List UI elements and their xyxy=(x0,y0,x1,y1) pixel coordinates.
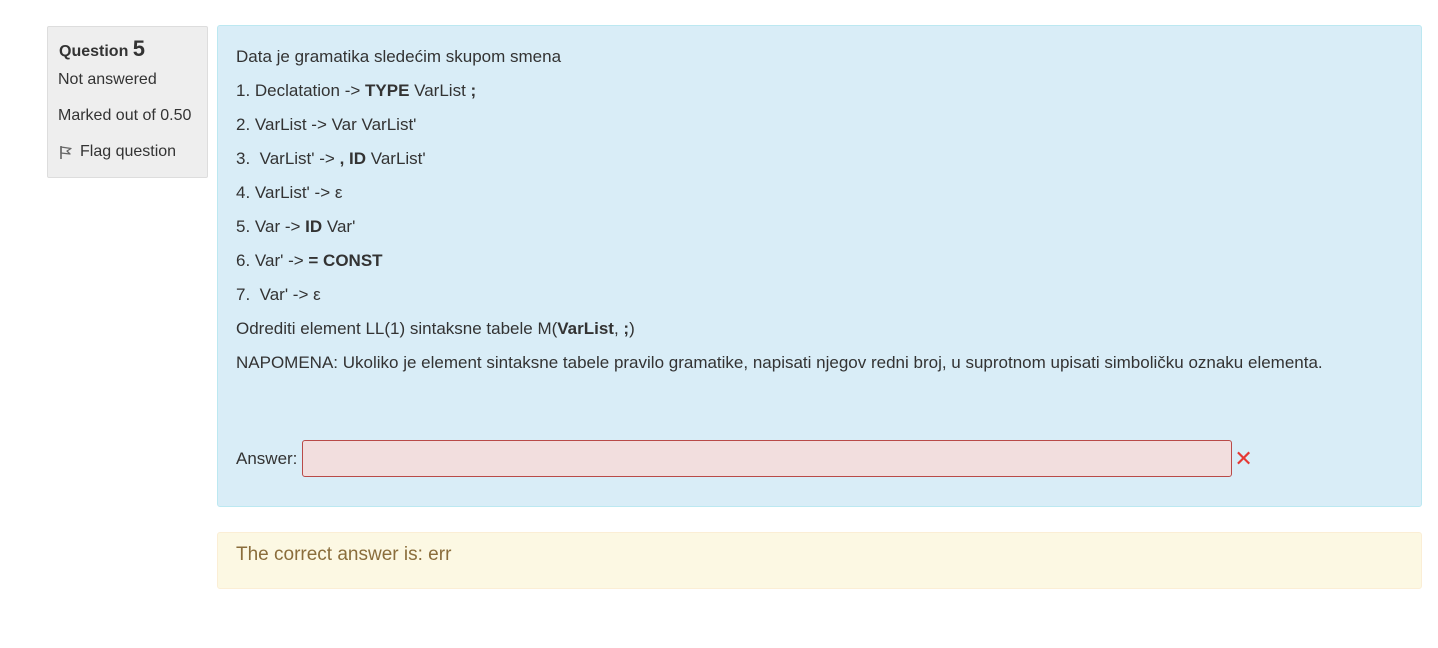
rule-symbol: VarList xyxy=(409,81,471,100)
rule-arrow: -> xyxy=(309,183,335,202)
task-arg-nonterminal: VarList xyxy=(557,319,614,338)
grammar-rule: 1. Declatation -> TYPE VarList ; xyxy=(236,80,1403,103)
question-grade: Marked out of 0.50 xyxy=(58,107,192,124)
feedback-panel: The correct answer is: err xyxy=(217,532,1422,589)
question-formulation: Data je gramatika sledećim skupom smena … xyxy=(217,25,1422,507)
question-number: 5 xyxy=(132,36,146,61)
rule-left-side: VarList' xyxy=(254,183,310,202)
grammar-rule: 2. VarList -> Var VarList' xyxy=(236,114,1403,137)
incorrect-x-icon: ✕ xyxy=(1234,445,1253,471)
question-intro: Data je gramatika sledećim skupom smena xyxy=(236,47,562,66)
rule-number: 3. xyxy=(236,149,260,168)
rule-left-side: Var' xyxy=(259,285,289,304)
rule-arrow: -> xyxy=(288,285,314,304)
rule-arrow: -> xyxy=(339,81,366,100)
rule-symbol: ε xyxy=(334,183,343,202)
question-word: Question xyxy=(59,43,129,60)
rule-arrow: -> xyxy=(280,217,306,236)
rule-symbol: Var VarList' xyxy=(331,115,417,134)
correct-answer-text: The correct answer is: err xyxy=(236,544,452,565)
rule-terminal: , ID xyxy=(339,149,367,168)
flag-question-label: Flag question xyxy=(80,143,177,160)
rule-terminal: TYPE xyxy=(365,81,410,100)
answer-input[interactable] xyxy=(302,440,1233,477)
rule-terminal: ID xyxy=(305,217,323,236)
grammar-rule: 5. Var -> ID Var' xyxy=(236,216,1403,239)
task-suffix: ) xyxy=(629,319,635,338)
rule-left-side: Declatation xyxy=(254,81,340,100)
rule-number: 7. xyxy=(236,285,260,304)
rule-terminal: = CONST xyxy=(308,251,383,270)
rule-symbol: Var' xyxy=(322,217,356,236)
rule-symbol: ε xyxy=(313,285,321,304)
rule-arrow: -> xyxy=(283,251,309,270)
question-text: Data je gramatika sledećim skupom smena … xyxy=(236,46,1403,375)
rule-terminal: ; xyxy=(470,81,477,100)
rule-left-side: Var xyxy=(254,217,281,236)
question-number-heading: Question 5 xyxy=(59,35,197,66)
rule-left-side: VarList' xyxy=(259,149,315,168)
rule-number: 1. xyxy=(236,81,255,100)
grammar-rule: 6. Var' -> = CONST xyxy=(236,250,1403,273)
rule-number: 2. xyxy=(236,115,255,134)
answer-label: Answer: xyxy=(236,448,298,468)
rule-left-side: VarList xyxy=(254,115,307,134)
rule-arrow: -> xyxy=(306,115,332,134)
grammar-rule: 7. Var' -> ε xyxy=(236,284,1403,307)
question-info-panel: Question 5 Not answered Marked out of 0.… xyxy=(47,26,208,178)
flag-question-link[interactable]: Flag question xyxy=(58,142,197,162)
grammar-rule: 4. VarList' -> ε xyxy=(236,182,1403,205)
question-note: NAPOMENA: Ukoliko je element sintaksne t… xyxy=(236,353,1323,372)
flag-icon xyxy=(60,146,72,159)
rule-number: 4. xyxy=(236,183,255,202)
grammar-rules: 1. Declatation -> TYPE VarList ; 2. VarLi… xyxy=(236,80,1403,307)
rule-left-side: Var' xyxy=(254,251,284,270)
rule-number: 6. xyxy=(236,251,255,270)
rule-symbol: VarList' xyxy=(366,149,426,168)
answer-row: Answer: ✕ xyxy=(236,440,1253,477)
rule-arrow: -> xyxy=(314,149,340,168)
grammar-rule: 3. VarList' -> , ID VarList' xyxy=(236,148,1403,171)
task-separator: , xyxy=(613,319,624,338)
question-task: Odrediti element LL(1) sintaksne tabele … xyxy=(236,318,1403,341)
question-state: Not answered xyxy=(58,71,157,88)
task-prefix: Odrediti element LL(1) sintaksne tabele … xyxy=(236,319,558,338)
rule-number: 5. xyxy=(236,217,255,236)
